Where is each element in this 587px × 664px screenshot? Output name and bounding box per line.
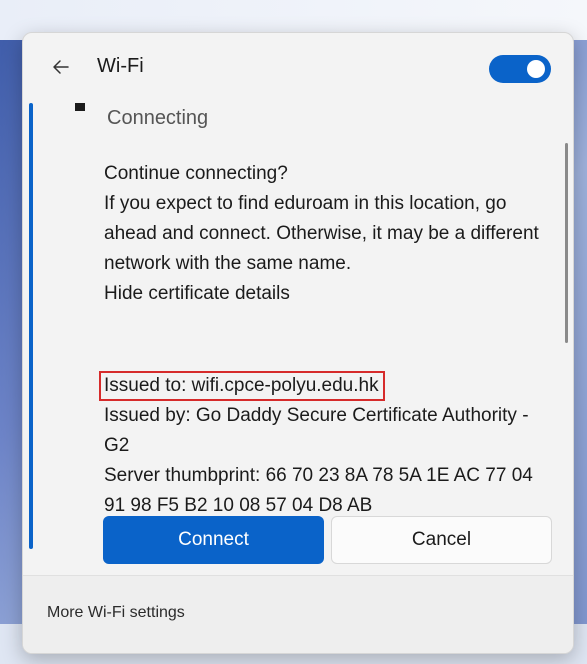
certificate-issued-to: Issued to: wifi.cpce-polyu.edu.hk <box>99 371 385 401</box>
network-details: Connecting Continue connecting? If you e… <box>23 103 573 575</box>
action-buttons: Connect Cancel <box>103 516 552 564</box>
connect-prompt: Continue connecting? If you expect to fi… <box>104 159 554 309</box>
back-button[interactable] <box>49 55 73 79</box>
wifi-toggle[interactable] <box>489 55 551 83</box>
selection-accent-bar <box>29 103 33 549</box>
certificate-thumbprint: Server thumbprint: 66 70 23 8A 78 5A 1E … <box>104 465 533 516</box>
more-wifi-settings-link[interactable]: More Wi-Fi settings <box>47 604 185 622</box>
scrollbar[interactable] <box>565 143 568 343</box>
hide-certificate-details-link[interactable]: Hide certificate details <box>104 279 554 309</box>
prompt-question: Continue connecting? <box>104 163 288 184</box>
arrow-left-icon <box>53 60 69 74</box>
certificate-details: Issued to: wifi.cpce-polyu.edu.hk Issued… <box>99 371 554 521</box>
toggle-knob <box>527 60 545 78</box>
connection-status: Connecting <box>107 107 209 129</box>
page-title: Wi-Fi <box>97 55 144 77</box>
wifi-flyout-panel: Wi-Fi Connecting Continue connecting? If… <box>22 32 574 654</box>
flyout-footer: More Wi-Fi settings <box>23 575 573 653</box>
connect-button[interactable]: Connect <box>103 516 324 564</box>
cancel-button[interactable]: Cancel <box>331 516 552 564</box>
flyout-header: Wi-Fi <box>23 33 573 103</box>
network-icon <box>75 103 85 111</box>
prompt-explanation: If you expect to find eduroam in this lo… <box>104 193 539 274</box>
certificate-issued-by: Issued by: Go Daddy Secure Certificate A… <box>104 405 529 456</box>
